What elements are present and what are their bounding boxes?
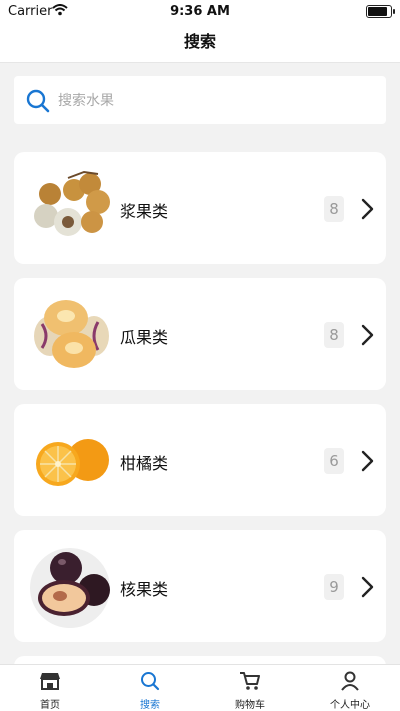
search-bar[interactable] (14, 76, 386, 124)
search-icon (26, 89, 50, 117)
tab-label: 首页 (40, 700, 60, 711)
chevron-right-icon (360, 450, 374, 476)
category-name: 瓜果类 (120, 328, 169, 347)
tab-bar: 首页 搜索 购物车 个人中心 (0, 664, 400, 711)
plum-image (28, 544, 112, 628)
orange-image (28, 418, 112, 502)
chevron-right-icon (360, 576, 374, 602)
category-card-drupe[interactable]: 核果类 9 (14, 530, 386, 642)
pepino-melon-image (28, 292, 112, 376)
category-card-melon[interactable]: 瓜果类 8 (14, 278, 386, 390)
tab-cart[interactable]: 购物车 (220, 671, 280, 711)
status-time: 9:36 AM (170, 4, 230, 19)
tab-label: 个人中心 (330, 700, 370, 711)
status-bar: Carrier 9:36 AM (0, 0, 400, 22)
chevron-right-icon (360, 198, 374, 224)
search-icon (120, 671, 180, 694)
store-icon (20, 671, 80, 694)
search-input[interactable] (56, 86, 370, 116)
battery-icon (366, 5, 395, 18)
category-name: 核果类 (120, 580, 169, 599)
cart-icon (220, 671, 280, 694)
category-count-badge: 8 (324, 196, 344, 222)
category-card-citrus[interactable]: 柑橘类 6 (14, 404, 386, 516)
category-list: 浆果类 8 瓜果类 8 柑橘类 6 核果类 9 (14, 152, 386, 710)
tab-search[interactable]: 搜索 (120, 671, 180, 711)
tab-label: 搜索 (140, 700, 160, 711)
tab-label: 购物车 (235, 700, 265, 711)
category-count-badge: 6 (324, 448, 344, 474)
person-icon (320, 671, 380, 694)
category-name: 柑橘类 (120, 454, 169, 473)
nav-title: 搜索 (0, 22, 400, 63)
category-name: 浆果类 (120, 202, 169, 221)
longan-fruit-image (28, 166, 112, 250)
chevron-right-icon (360, 324, 374, 350)
tab-home[interactable]: 首页 (20, 671, 80, 711)
tab-profile[interactable]: 个人中心 (320, 671, 380, 711)
category-count-badge: 9 (324, 574, 344, 600)
category-count-badge: 8 (324, 322, 344, 348)
category-card-berry[interactable]: 浆果类 8 (14, 152, 386, 264)
